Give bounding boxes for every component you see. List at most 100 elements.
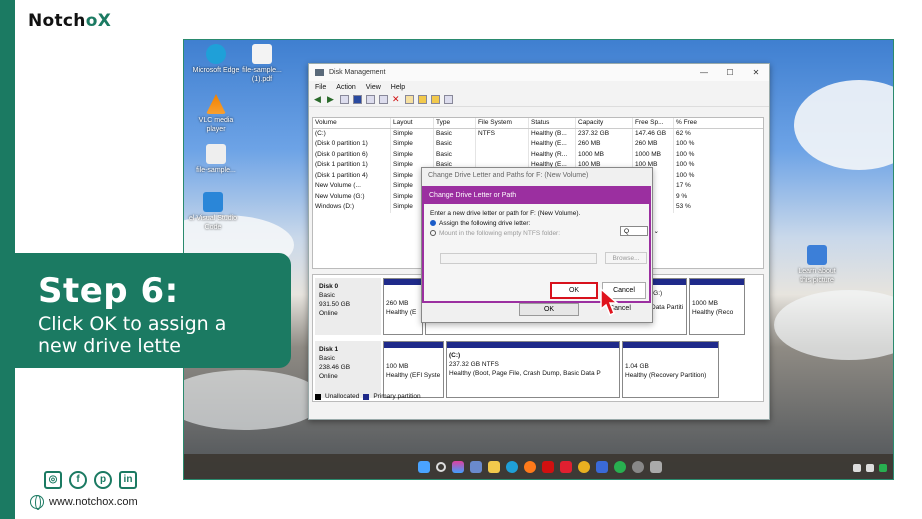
facebook-icon[interactable]: f	[69, 471, 87, 489]
table-cell: Windows (D:)	[313, 202, 391, 213]
firefox-icon[interactable]	[523, 460, 536, 473]
col-type[interactable]: Type	[434, 118, 476, 128]
table-cell: Healthy (E...	[529, 139, 576, 150]
col-status[interactable]: Status	[529, 118, 576, 128]
wifi-icon[interactable]	[853, 464, 861, 472]
check-icon[interactable]	[405, 95, 414, 104]
table-cell: 62 %	[676, 129, 691, 137]
table-cell: (Disk 1 partition 1)	[313, 160, 391, 171]
table-cell	[476, 139, 529, 150]
paths-ok-button[interactable]: OK	[519, 303, 579, 316]
radio-selected-icon[interactable]	[430, 220, 436, 227]
delete-icon[interactable]: ✕	[392, 95, 401, 104]
menu-view[interactable]: View	[366, 84, 381, 91]
radio-icon[interactable]	[430, 230, 436, 237]
mount-folder-option[interactable]: Mount in the following empty NTFS folder…	[430, 229, 643, 239]
table-cell: Healthy (R...	[529, 149, 576, 160]
properties-icon[interactable]	[366, 95, 375, 104]
menu-action[interactable]: Action	[336, 84, 355, 91]
connect-icon[interactable]	[379, 95, 388, 104]
table-cell: 1000 MB	[576, 149, 633, 160]
file-explorer-icon[interactable]	[487, 460, 500, 473]
disk-app-icon[interactable]	[649, 460, 662, 473]
start-icon[interactable]	[417, 460, 430, 473]
drive-letter-select[interactable]: Q ⌄	[620, 226, 659, 236]
copilot-icon[interactable]	[451, 460, 464, 473]
table-row[interactable]: (Disk 0 partition 6) Simple Basic Healthy (…	[313, 149, 763, 160]
edge-icon	[206, 44, 226, 64]
table-cell: Simple	[391, 139, 434, 150]
browse-button[interactable]: Browse...	[605, 252, 647, 264]
assign-letter-option[interactable]: Assign the following drive letter:	[430, 219, 643, 229]
rescan-icon[interactable]	[431, 95, 440, 104]
disk-0-label[interactable]: Disk 0 Basic 931.50 GB Online	[315, 278, 381, 335]
desktop-icon-vlc[interactable]: VLC media player	[191, 94, 241, 134]
col-layout[interactable]: Layout	[391, 118, 434, 128]
folder-icon[interactable]	[418, 95, 427, 104]
col-free-space[interactable]: Free Sp...	[633, 118, 674, 128]
minimize-button[interactable]: —	[691, 68, 717, 77]
disk-1-label[interactable]: Disk 1 Basic 238.46 GB Online	[315, 341, 381, 398]
table-cell: 100 %	[676, 161, 695, 168]
table-cell: Healthy (B...	[529, 128, 576, 139]
table-row[interactable]: (Disk 0 partition 1) Simple Basic Healthy (…	[313, 139, 763, 150]
disk1-partition-recovery[interactable]: 1.04 GB Healthy (Recovery Partition)	[622, 341, 719, 398]
desktop-icon-pdf[interactable]: file-sample... (1).pdf	[237, 44, 287, 84]
forward-icon[interactable]: ▶	[327, 95, 336, 104]
table-cell: (C:)	[313, 128, 391, 139]
chrome-icon[interactable]	[577, 460, 590, 473]
settings-icon[interactable]	[631, 460, 644, 473]
volume-icon[interactable]	[866, 464, 874, 472]
paths-dialog-title: Change Drive Letter and Paths for F: (Ne…	[428, 172, 589, 179]
view-icon[interactable]	[444, 95, 453, 104]
ok-button[interactable]: OK	[550, 282, 598, 299]
col-percent-free[interactable]: % Free	[674, 118, 744, 128]
desktop-icon-edge[interactable]: Microsoft Edge	[191, 44, 241, 75]
col-file-system[interactable]: File System	[476, 118, 529, 128]
list-view-icon[interactable]	[340, 95, 349, 104]
window-titlebar: Disk Management — ☐ ✕	[309, 64, 769, 81]
linkedin-icon[interactable]: in	[119, 471, 137, 489]
desktop-icon-learn[interactable]: Learn about this picture	[792, 245, 842, 285]
pointer-hand-icon	[600, 287, 619, 317]
table-cell: 260 MB	[633, 139, 674, 150]
table-row[interactable]: (C:) Simple Basic NTFS Healthy (B... 237.32 G…	[313, 128, 763, 139]
disk1-partition-efi[interactable]: 100 MB Healthy (EFI Syste	[383, 341, 444, 398]
disk0-partition-efi[interactable]: 260 MB Healthy (E	[383, 278, 423, 335]
menu-file[interactable]: File	[315, 84, 326, 91]
back-icon[interactable]: ◀	[314, 95, 323, 104]
edge-taskbar-icon[interactable]	[505, 460, 518, 473]
search-icon[interactable]	[435, 461, 446, 472]
website-link[interactable]: www.notchox.com	[30, 495, 138, 510]
maximize-button[interactable]: ☐	[717, 68, 743, 77]
col-capacity[interactable]: Capacity	[576, 118, 633, 128]
table-cell: 260 MB	[576, 139, 633, 150]
col-volume[interactable]: Volume	[313, 118, 391, 128]
dialog-title: Change Drive Letter or Path	[424, 188, 649, 204]
pdf-file-icon	[252, 44, 272, 64]
whatsapp-icon[interactable]	[613, 460, 626, 473]
step-heading: Step 6:	[38, 271, 179, 311]
desktop-icon-vscode[interactable]: el Visual Studio Code	[188, 192, 238, 232]
disk0-partition-recovery[interactable]: 1000 MB Healthy (Reco	[689, 278, 745, 335]
menu-help[interactable]: Help	[391, 84, 405, 91]
table-cell: (Disk 0 partition 1)	[313, 139, 391, 150]
table-cell: 53 %	[676, 203, 691, 210]
chevron-down-icon: ⌄	[653, 228, 659, 235]
desktop-icon-file[interactable]: file-sample...	[191, 144, 241, 175]
instagram-icon[interactable]: ◎	[44, 471, 62, 489]
close-button[interactable]: ✕	[743, 68, 769, 77]
netflix-icon[interactable]	[541, 460, 554, 473]
battery-icon[interactable]	[879, 464, 887, 472]
toolbar: ◀ ▶ ✕	[309, 93, 769, 107]
menu-bar: File Action View Help	[309, 81, 769, 93]
pinterest-icon[interactable]: p	[94, 471, 112, 489]
disk1-partition-c[interactable]: (C:) 237.32 GB NTFS Healthy (Boot, Page Fi…	[446, 341, 620, 398]
app-l-icon[interactable]	[559, 460, 572, 473]
widgets-icon[interactable]	[469, 460, 482, 473]
step-callout: Step 6: Click OK to assign a new drive le…	[0, 253, 291, 368]
table-cell: (Disk 0 partition 6)	[313, 149, 391, 160]
app-icon[interactable]	[595, 460, 608, 473]
folder-path-field[interactable]	[440, 253, 597, 264]
help-icon[interactable]	[353, 95, 362, 104]
